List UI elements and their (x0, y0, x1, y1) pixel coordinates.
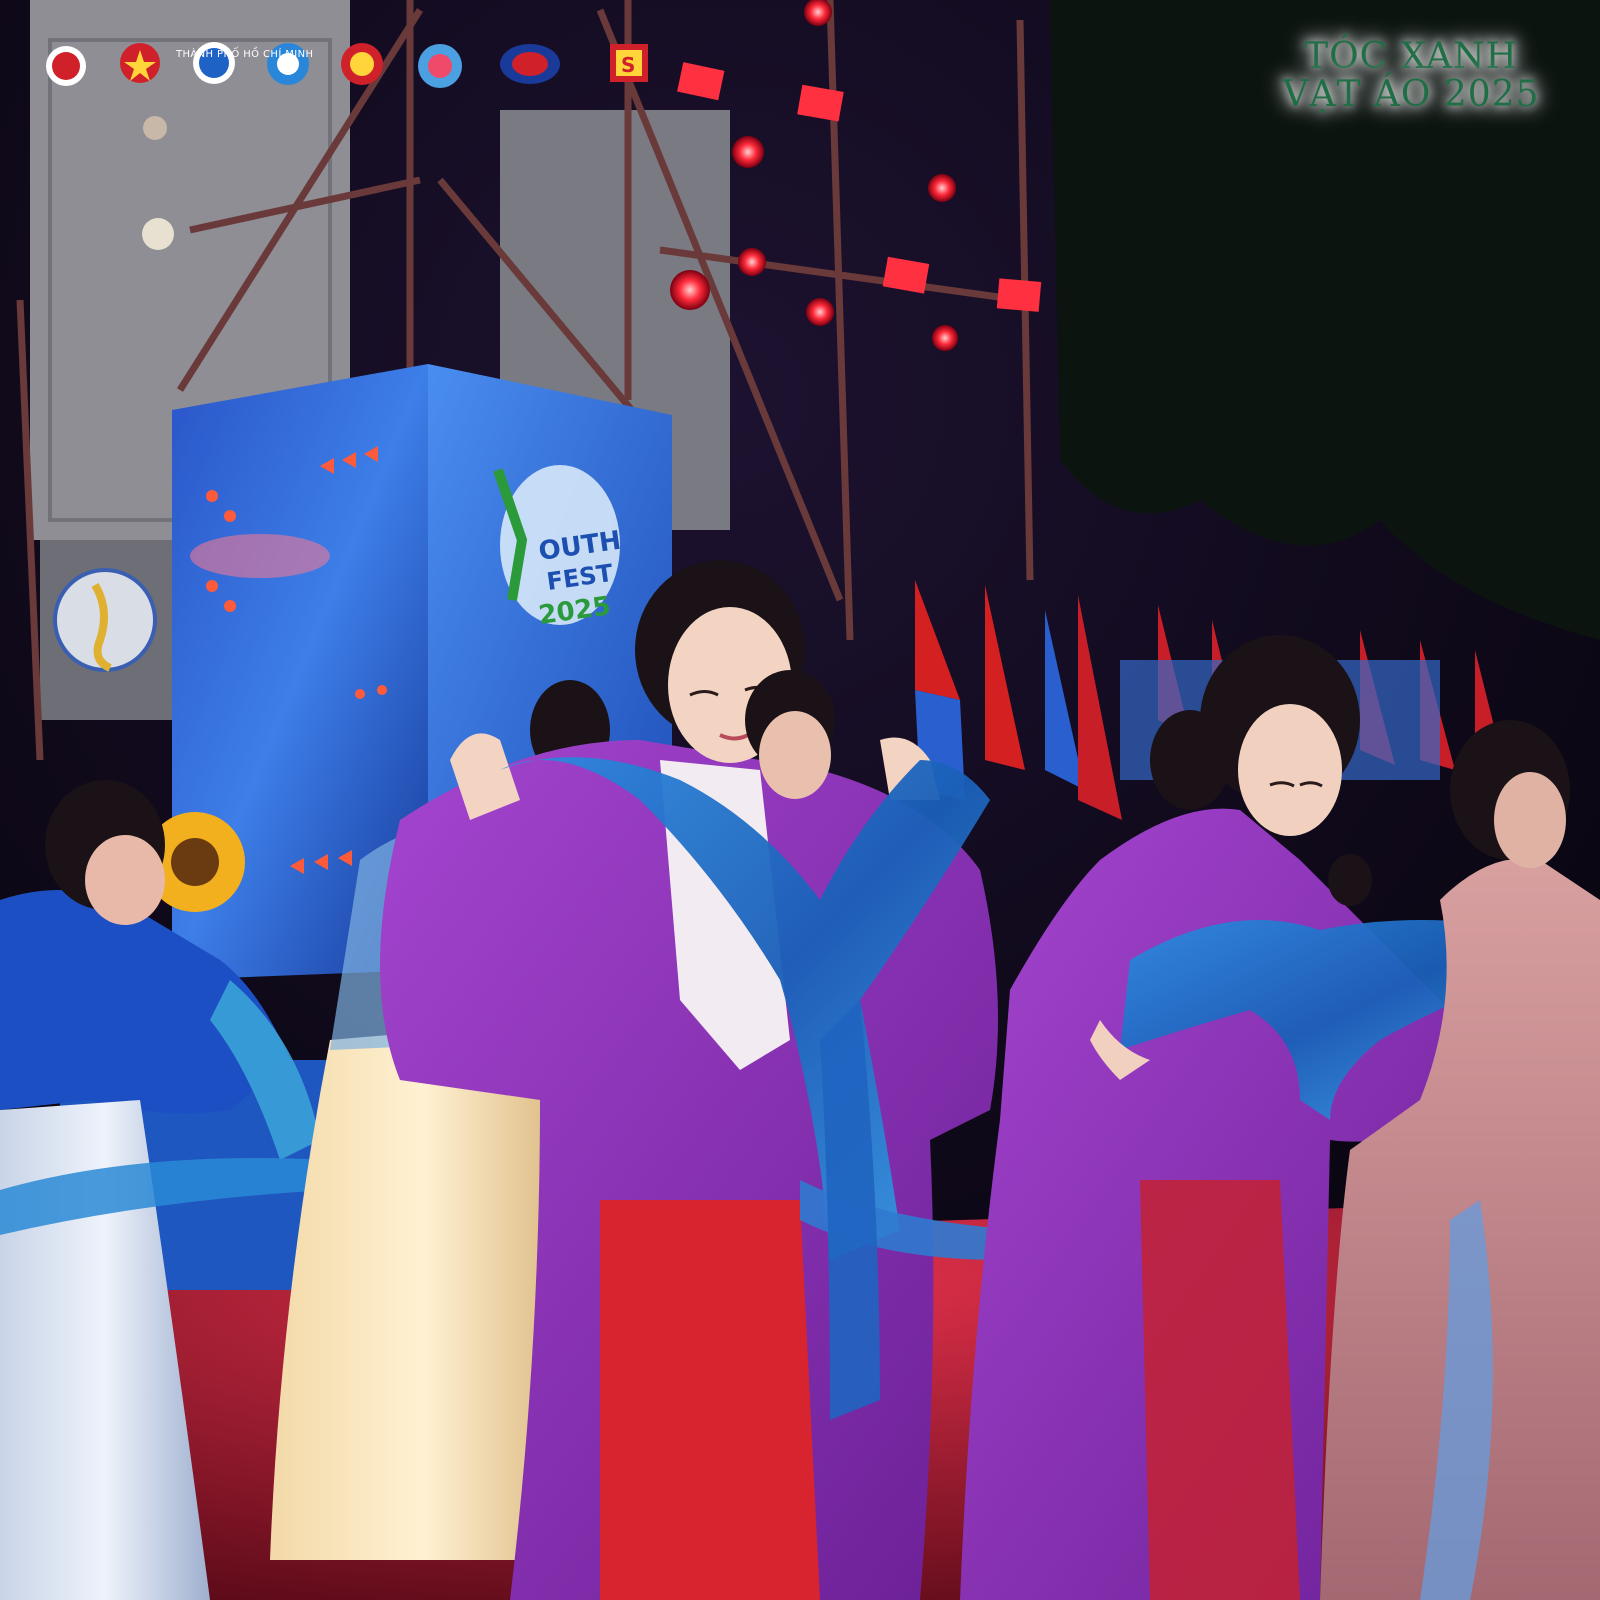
event-title: TÓC XANH VẠT ÁO 2025 (1266, 38, 1556, 114)
title-line-1: TÓC XANH (1304, 36, 1518, 77)
dance-performance-scene: OUTH FEST 2025 S (0, 0, 1600, 1600)
title-line-2: VẠT ÁO 2025 (1282, 73, 1540, 115)
svg-text:S: S (621, 53, 635, 77)
logo-caption: THÀNH PHỐ HỒ CHÍ MINH (176, 49, 314, 60)
event-photo: OUTH FEST 2025 S THÀNH PHỐ HỒ CHÍ MINH T… (0, 0, 1600, 1600)
